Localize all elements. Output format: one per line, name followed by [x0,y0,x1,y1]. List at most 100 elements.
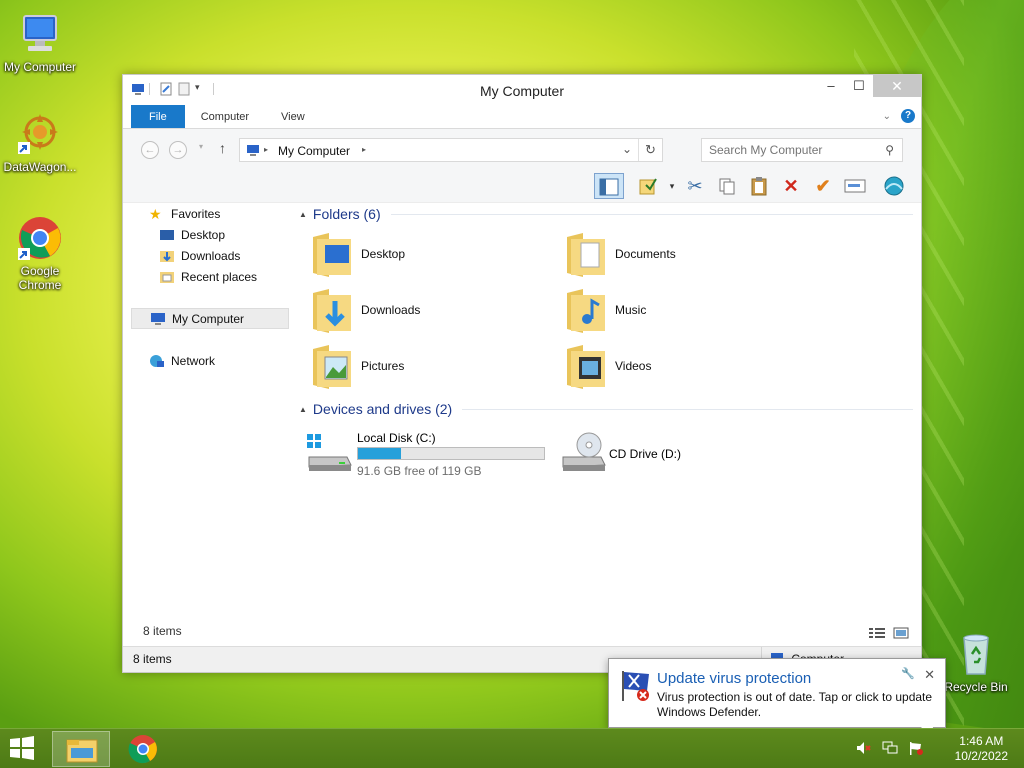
folder-videos[interactable]: Videos [555,341,775,393]
delete-icon[interactable]: ✕ [776,173,806,199]
desktop-icon-google-chrome[interactable]: Google Chrome [0,214,80,292]
expand-ribbon-icon[interactable]: ⌄ [883,111,891,122]
folder-downloads[interactable]: Downloads [301,285,521,337]
folder-label: Videos [615,359,652,373]
clock[interactable]: 1:46 AM 10/2/2022 [955,734,1008,764]
taskbar-file-explorer[interactable] [52,731,110,767]
pictures-folder-icon [311,343,353,391]
group-folders-header[interactable]: ▲ Folders (6) [293,203,913,225]
file-explorer-icon [66,739,98,763]
group-devices-header[interactable]: ▲ Devices and drives (2) [293,398,913,420]
nav-my-computer[interactable]: My Computer [131,308,289,329]
address-bar[interactable]: ▸ My Computer ▸ ⌄ ↻ [239,138,663,162]
group-divider [390,213,913,215]
refresh-icon[interactable]: ↻ [638,139,662,161]
defender-notification[interactable]: Update virus protection Virus protection… [608,658,946,737]
folder-desktop[interactable]: Desktop [301,229,521,281]
group-divider [462,408,913,410]
folder-label: Desktop [361,247,406,261]
drive-free-space: 91.6 GB free of 119 GB [357,464,482,478]
network-icon [149,354,165,368]
help-icon[interactable]: ? [901,109,915,123]
search-input[interactable] [709,140,879,160]
drive-usage-bar [357,447,545,460]
select-all-icon[interactable]: ✔ [808,173,838,199]
group-title: Devices and drives (2) [312,401,453,417]
nav-network[interactable]: Network [131,350,289,371]
folder-music[interactable]: Music [555,285,775,337]
forward-button[interactable]: → [169,141,187,159]
datawagon-icon [16,110,64,158]
search-box[interactable]: ⚲ [701,138,903,162]
status-item-count: 8 items [133,652,172,666]
copy-icon[interactable] [712,173,742,199]
nav-downloads[interactable]: Downloads [131,245,289,266]
large-icons-view-icon[interactable] [893,624,909,646]
desktop-icon-label: Google Chrome [18,264,62,292]
preview-pane-icon[interactable] [594,173,624,199]
search-icon[interactable]: ⚲ [885,143,894,157]
breadcrumb-chevron-icon[interactable]: ▸ [264,145,268,154]
recent-places-icon [159,270,175,284]
desktop-icon-label: My Computer [3,60,77,74]
tab-file[interactable]: File [131,105,185,128]
drive-cd[interactable]: CD Drive (D:) [555,427,775,479]
back-button[interactable]: ← [141,141,159,159]
network-shell-icon[interactable] [879,173,909,199]
nav-desktop[interactable]: Desktop [131,224,289,245]
desktop-icon-label: Recycle Bin [944,680,1008,694]
rename-icon[interactable] [840,173,870,199]
title-bar[interactable]: ▾ My Computer – ☐ ✕ [123,75,921,105]
notification-body: Virus protection is out of date. Tap or … [657,690,933,719]
window-controls: – ☐ ✕ [817,75,921,97]
drive-usage-fill [358,448,401,459]
ribbon-tabs: File Computer View ⌄ ? [123,105,921,129]
folder-documents[interactable]: Documents [555,229,775,281]
recent-locations-icon[interactable]: ▾ [199,142,203,151]
tab-view[interactable]: View [265,105,321,128]
start-button[interactable] [8,735,40,763]
desktop-icon-datawagon[interactable]: DataWagon... [0,110,80,174]
breadcrumb-chevron-icon[interactable]: ▸ [362,145,366,154]
minimize-button[interactable]: – [817,75,845,97]
folder-pictures[interactable]: Pictures [301,341,521,393]
paste-icon[interactable] [744,173,774,199]
chrome-icon [128,735,157,764]
action-center-flag-icon[interactable] [908,741,924,758]
cd-drive-icon [559,431,607,476]
desktop-icon-recycle-bin[interactable]: Recycle Bin [936,630,1016,694]
desktop-icon-my-computer[interactable]: My Computer [0,10,80,74]
nav-favorites[interactable]: ★ Favorites [131,203,289,224]
folder-label: Downloads [361,303,421,317]
up-button[interactable]: ↑ [219,140,226,156]
folder-label: Music [615,303,647,317]
collapse-triangle-icon[interactable]: ▲ [299,405,307,414]
maximize-button[interactable]: ☐ [845,75,873,97]
address-dropdown-icon[interactable]: ⌄ [622,142,632,156]
taskbar-google-chrome[interactable] [114,731,172,767]
close-button[interactable]: ✕ [873,75,921,97]
cut-icon[interactable]: ✂ [680,173,710,199]
details-view-icon[interactable] [869,624,885,646]
notification-close-button[interactable]: ✕ [924,667,935,683]
breadcrumb-my-computer[interactable]: My Computer [278,144,350,158]
tab-computer[interactable]: Computer [185,105,265,128]
navigation-pane: ★ Favorites Desktop Downloads Recent pla… [131,203,289,371]
desktop-folder-icon [159,228,175,242]
item-count-text: 8 items [143,624,182,638]
pin-icon[interactable]: 🔧 [901,667,915,680]
nav-label: Favorites [171,206,221,221]
music-folder-icon [565,287,607,335]
desktop-folder-icon [311,231,353,279]
notification-title: Update virus protection [657,670,812,687]
drive-local-disk[interactable]: Local Disk (C:) 91.6 GB free of 119 GB [299,427,549,479]
collapse-triangle-icon[interactable]: ▲ [299,210,307,219]
command-toolbar: ▾ ✂ ✕ ✔ [123,169,921,203]
nav-label: Recent places [181,269,258,284]
volume-muted-icon[interactable] [856,741,872,758]
network-tray-icon[interactable] [882,741,898,758]
item-count-label: 8 items [123,620,921,642]
nav-recent-places[interactable]: Recent places [131,266,289,287]
drive-name: CD Drive (D:) [609,447,681,461]
